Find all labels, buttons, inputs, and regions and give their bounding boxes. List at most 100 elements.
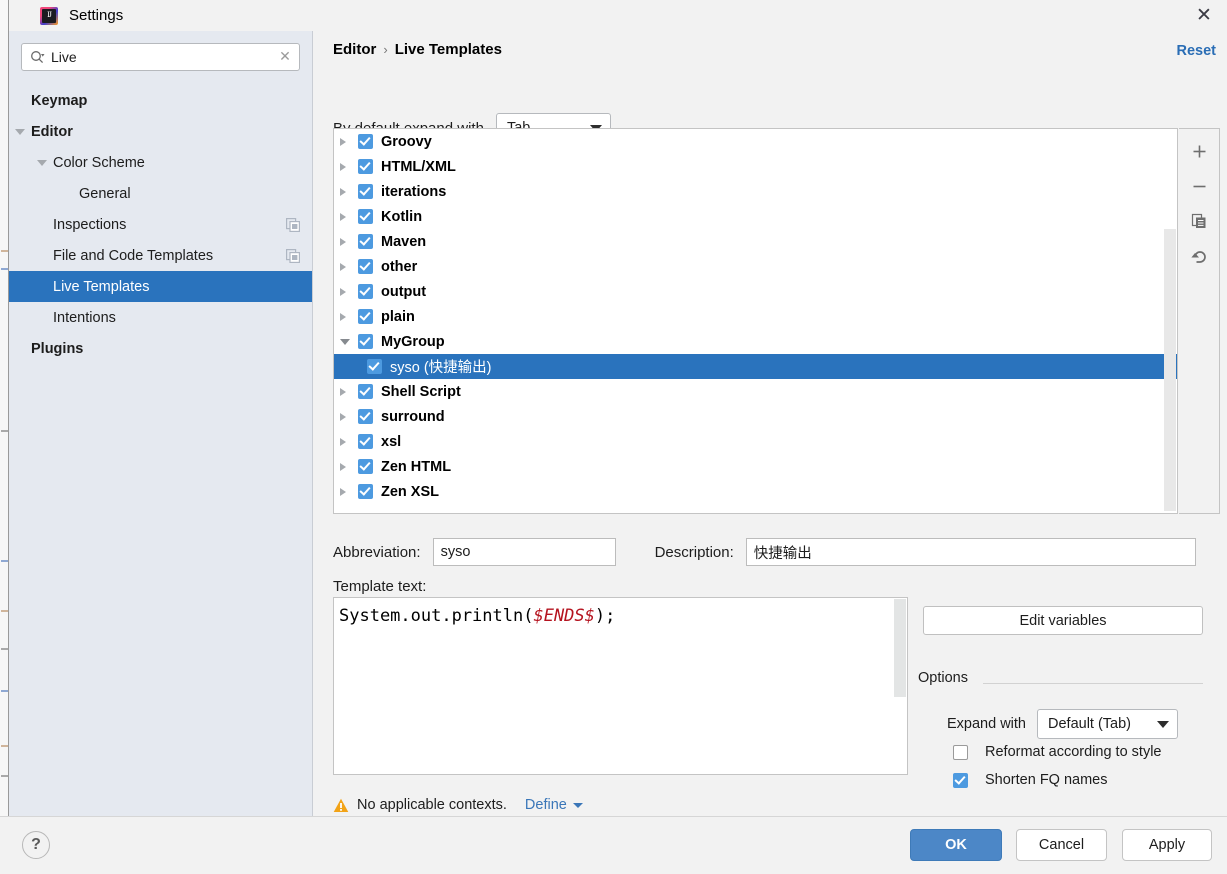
- template-list-row[interactable]: MyGroup: [334, 329, 1177, 354]
- chevron-right-icon[interactable]: [340, 437, 358, 446]
- copy-icon[interactable]: [286, 248, 300, 263]
- sidebar-item-keymap[interactable]: Keymap: [9, 85, 312, 116]
- template-checkbox[interactable]: [358, 134, 373, 149]
- chevron-right-icon[interactable]: [340, 162, 358, 171]
- sidebar-item-plugins[interactable]: Plugins: [9, 333, 312, 364]
- template-list-row[interactable]: HTML/XML: [334, 154, 1177, 179]
- template-list-row[interactable]: output: [334, 279, 1177, 304]
- template-checkbox[interactable]: [358, 209, 373, 224]
- sidebar-item-label: Intentions: [53, 309, 116, 326]
- template-list-row[interactable]: xsl: [334, 429, 1177, 454]
- define-link[interactable]: Define: [525, 797, 583, 813]
- template-list-row[interactable]: Shell Script: [334, 379, 1177, 404]
- template-code-suffix: );: [594, 606, 616, 626]
- template-text-scrollbar[interactable]: [894, 599, 906, 697]
- chevron-right-icon[interactable]: [340, 412, 358, 421]
- chevron-right-icon[interactable]: [340, 287, 358, 296]
- chevron-right-icon[interactable]: [340, 137, 358, 146]
- chevron-down-icon[interactable]: [13, 125, 27, 139]
- template-checkbox[interactable]: [358, 459, 373, 474]
- template-text-editor[interactable]: System.out.println($ENDS$);: [333, 597, 908, 775]
- breadcrumb: Editor › Live Templates: [333, 41, 502, 58]
- breadcrumb-root[interactable]: Editor: [333, 41, 376, 58]
- copy-icon[interactable]: [286, 217, 300, 232]
- edit-variables-button[interactable]: Edit variables: [923, 606, 1203, 635]
- settings-sidebar: ✕ Keymap Editor Color Scheme General Inspect…: [9, 31, 313, 816]
- sidebar-item-live-templates[interactable]: Live Templates: [9, 271, 312, 302]
- template-checkbox[interactable]: [358, 234, 373, 249]
- cancel-button[interactable]: Cancel: [1016, 829, 1107, 861]
- sidebar-tree: Keymap Editor Color Scheme General Inspectio…: [9, 85, 312, 364]
- remove-template-button[interactable]: [1185, 174, 1213, 198]
- sidebar-item-label: Color Scheme: [53, 154, 145, 171]
- chevron-right-icon[interactable]: [340, 387, 358, 396]
- template-list-label: xsl: [381, 433, 402, 450]
- template-list-row[interactable]: other: [334, 254, 1177, 279]
- ok-button[interactable]: OK: [910, 829, 1002, 861]
- template-checkbox[interactable]: [358, 159, 373, 174]
- template-checkbox[interactable]: [358, 334, 373, 349]
- template-checkbox[interactable]: [358, 434, 373, 449]
- chevron-right-icon[interactable]: [340, 312, 358, 321]
- template-list-row[interactable]: syso (快捷输出): [334, 354, 1177, 379]
- chevron-right-icon[interactable]: [340, 487, 358, 496]
- chevron-right-icon[interactable]: [340, 237, 358, 246]
- sidebar-item-inspections[interactable]: Inspections: [9, 209, 312, 240]
- reformat-option[interactable]: Reformat according to style: [953, 744, 1162, 760]
- template-checkbox[interactable]: [367, 359, 382, 374]
- template-checkbox[interactable]: [358, 484, 373, 499]
- template-checkbox[interactable]: [358, 384, 373, 399]
- shorten-fq-label: Shorten FQ names: [985, 772, 1108, 788]
- expand-with-select[interactable]: Default (Tab): [1037, 709, 1178, 739]
- template-list-row[interactable]: Maven: [334, 229, 1177, 254]
- apply-button[interactable]: Apply: [1122, 829, 1212, 861]
- template-checkbox[interactable]: [358, 184, 373, 199]
- template-checkbox[interactable]: [358, 309, 373, 324]
- expand-with-value: Default (Tab): [1048, 716, 1132, 732]
- template-list-label: Zen HTML: [381, 458, 452, 475]
- template-checkbox[interactable]: [358, 409, 373, 424]
- templates-list-scrollbar[interactable]: [1164, 229, 1176, 511]
- chevron-right-icon[interactable]: [340, 187, 358, 196]
- template-list-label: Shell Script: [381, 383, 461, 400]
- shorten-fq-option[interactable]: Shorten FQ names: [953, 772, 1108, 788]
- abbreviation-input[interactable]: [432, 538, 616, 566]
- sidebar-item-color-scheme[interactable]: Color Scheme: [9, 147, 312, 178]
- chevron-right-icon[interactable]: [340, 212, 358, 221]
- template-checkbox[interactable]: [358, 284, 373, 299]
- template-list-label: Kotlin: [381, 208, 423, 225]
- sidebar-item-editor[interactable]: Editor: [9, 116, 312, 147]
- chevron-down-icon[interactable]: [35, 156, 49, 170]
- shorten-fq-checkbox[interactable]: [953, 772, 968, 788]
- chevron-right-icon[interactable]: [340, 262, 358, 271]
- close-icon[interactable]: ✕: [1181, 0, 1227, 31]
- template-list-row[interactable]: Zen HTML: [334, 454, 1177, 479]
- reset-link[interactable]: Reset: [1177, 43, 1217, 59]
- template-list-row[interactable]: iterations: [334, 179, 1177, 204]
- reformat-checkbox[interactable]: [953, 744, 968, 760]
- template-list-row[interactable]: Zen XSL: [334, 479, 1177, 504]
- chevron-right-icon[interactable]: [340, 462, 358, 471]
- description-input[interactable]: [745, 538, 1196, 566]
- template-list-row[interactable]: Kotlin: [334, 204, 1177, 229]
- revert-template-button[interactable]: [1185, 244, 1213, 268]
- template-list-row[interactable]: surround: [334, 404, 1177, 429]
- sidebar-item-general[interactable]: General: [9, 178, 312, 209]
- template-list-row[interactable]: Groovy: [334, 129, 1177, 154]
- sidebar-item-label: Editor: [31, 123, 73, 140]
- help-button[interactable]: ?: [22, 831, 50, 859]
- search-input[interactable]: [47, 46, 277, 68]
- copy-template-button[interactable]: [1185, 209, 1213, 233]
- sidebar-item-intentions[interactable]: Intentions: [9, 302, 312, 333]
- sidebar-item-file-and-code-templates[interactable]: File and Code Templates: [9, 240, 312, 271]
- chevron-down-icon[interactable]: [340, 338, 358, 345]
- sidebar-item-label: Keymap: [31, 92, 88, 109]
- template-checkbox[interactable]: [358, 259, 373, 274]
- clear-icon[interactable]: ✕: [277, 49, 293, 65]
- template-list-row[interactable]: plain: [334, 304, 1177, 329]
- templates-list[interactable]: Groovy HTML/XML iterations Kotlin Maven other…: [333, 128, 1178, 514]
- add-template-button[interactable]: [1185, 139, 1213, 163]
- search-box[interactable]: ✕: [21, 43, 300, 71]
- options-group-title: Options: [918, 670, 976, 686]
